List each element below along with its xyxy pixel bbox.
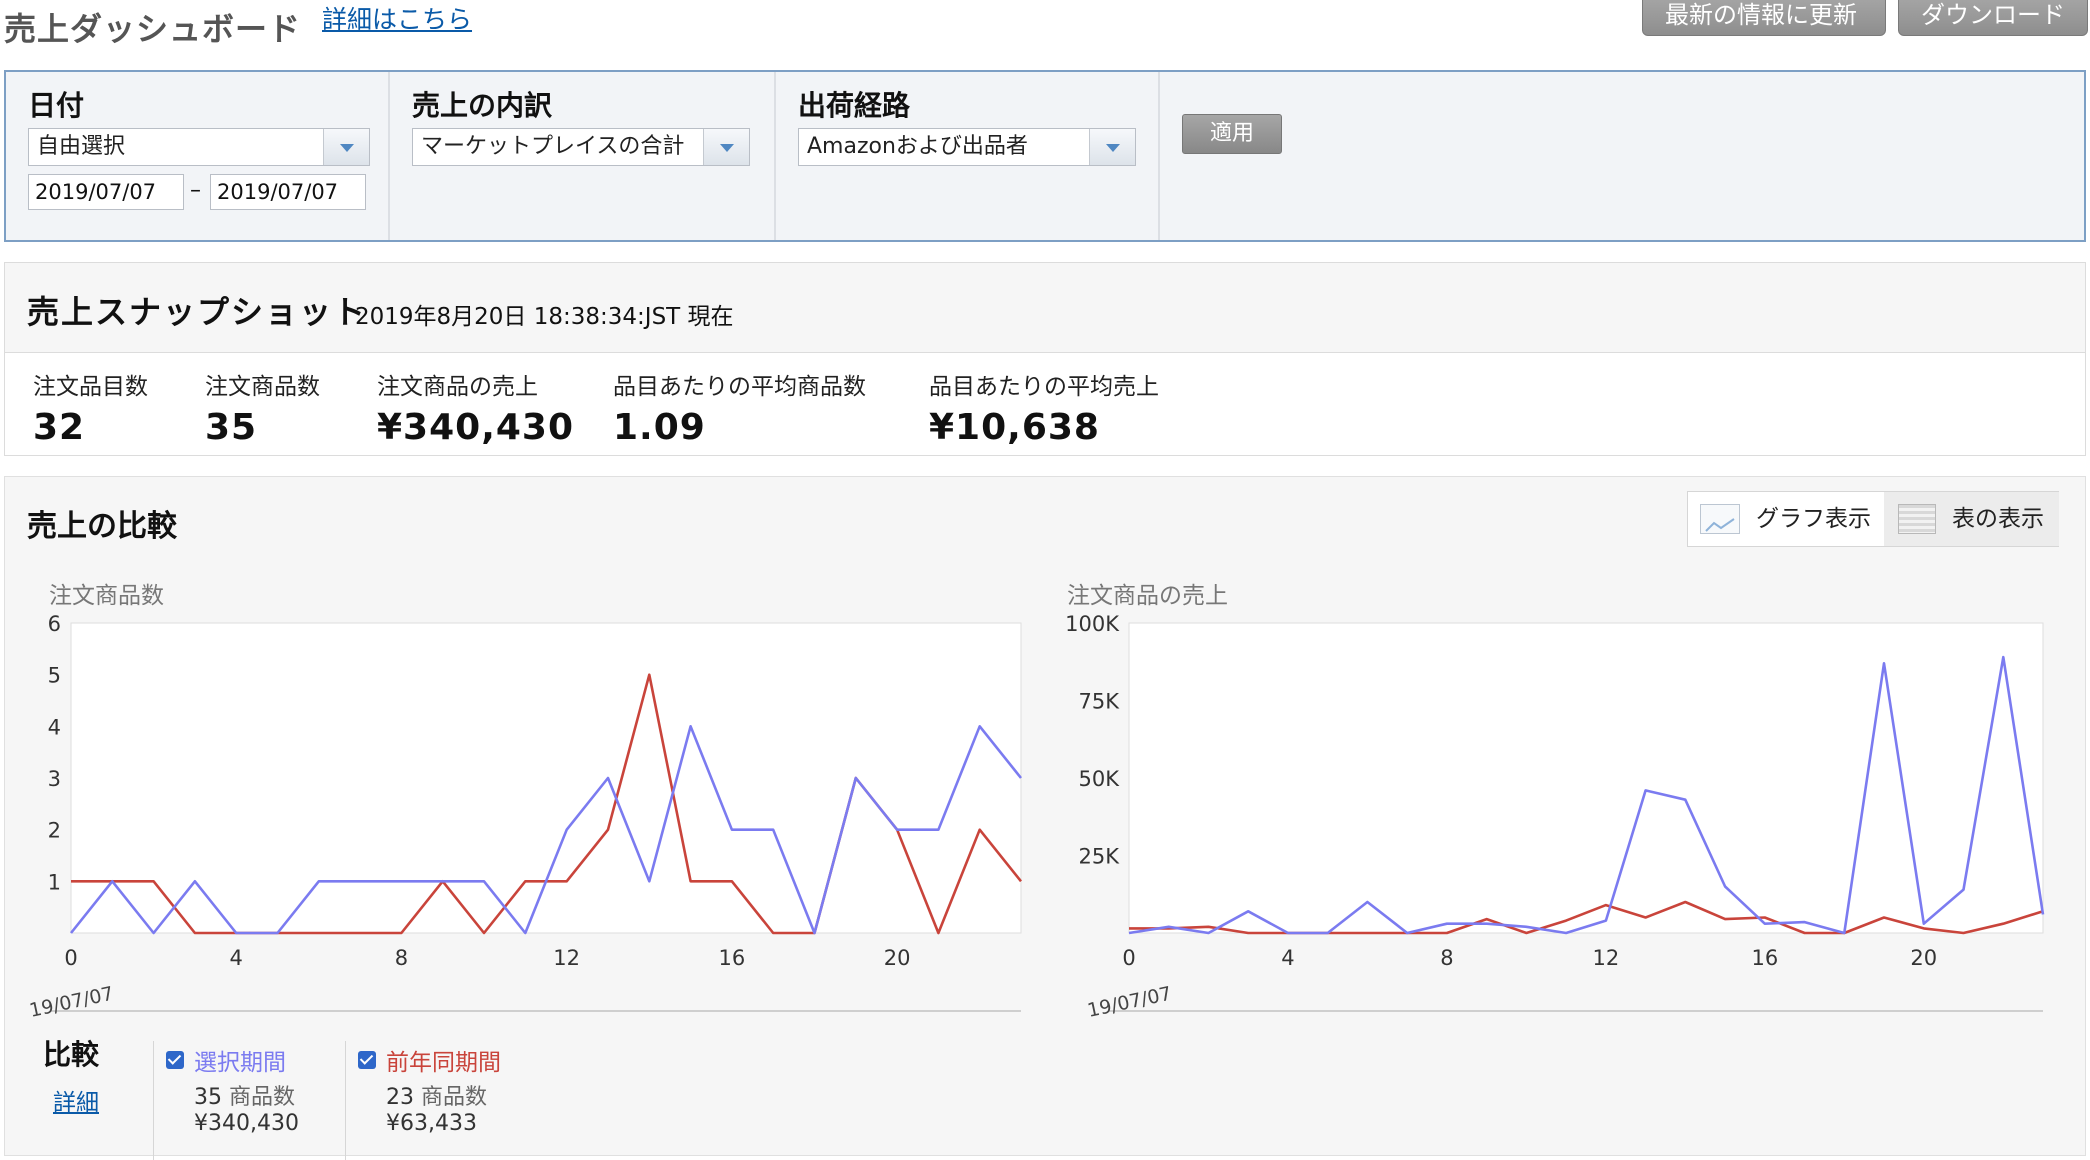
metric-value: 32: [33, 407, 86, 448]
legend-count-value: 23: [386, 1085, 414, 1110]
y-tick-label: 75K: [1079, 690, 1121, 714]
legend-sales: ¥63,433: [386, 1111, 477, 1136]
snapshot-timestamp: 2019年8月20日 18:38:34:JST 現在: [355, 304, 734, 330]
filter-panel: 日付 自由選択 2019/07/07 – 2019/07/07 売上の内訳 マー…: [4, 70, 2086, 242]
fulfillment-select-value: Amazonおよび出品者: [807, 134, 1028, 159]
breakdown-filter: 売上の内訳 マーケットプレイスの合計: [390, 72, 776, 240]
metric-label: 品目あたりの平均売上: [929, 374, 1159, 400]
plot-area: [1128, 622, 2044, 934]
date-separator: –: [190, 178, 201, 203]
y-tick-label: 3: [48, 767, 61, 791]
legend-sales: ¥340,430: [194, 1111, 299, 1136]
y-tick-label: 1: [48, 870, 61, 894]
date-range-select[interactable]: 自由選択: [28, 128, 370, 166]
fulfillment-filter: 出荷経路 Amazonおよび出品者: [776, 72, 1160, 240]
apply-area: 適用: [1160, 72, 2084, 240]
legend-count-value: 35: [194, 1085, 222, 1110]
x-tick-label: 12: [1593, 946, 1620, 970]
detail-link[interactable]: 詳細はこちら: [322, 0, 472, 36]
metric-label: 品目あたりの平均商品数: [613, 374, 866, 400]
start-date-input[interactable]: 2019/07/07: [28, 174, 184, 210]
apply-button[interactable]: 適用: [1182, 114, 1282, 154]
x-tick-label: 8: [1440, 946, 1453, 970]
snapshot-metrics: 注文品目数 32 注文商品数 35 注文商品の売上 ¥340,430 品目あたり…: [5, 353, 2085, 455]
metric-units-ordered: 注文商品数 35: [205, 367, 320, 448]
date-filter: 日付 自由選択 2019/07/07 – 2019/07/07: [6, 72, 390, 240]
x-tick-label: 16: [1751, 946, 1778, 970]
legend-count: 35 商品数: [194, 1079, 295, 1111]
selected-period-checkbox[interactable]: [166, 1051, 184, 1069]
fulfillment-select[interactable]: Amazonおよび出品者: [798, 128, 1136, 166]
chart-title: 注文商品数: [49, 583, 164, 609]
y-tick-label: 25K: [1079, 845, 1121, 869]
breakdown-select[interactable]: マーケットプレイスの合計: [412, 128, 750, 166]
x-tick-label: 16: [719, 946, 746, 970]
legend-count: 23 商品数: [386, 1079, 487, 1111]
y-tick-label: 50K: [1079, 767, 1121, 791]
metric-avg-sales-per-item: 品目あたりの平均売上 ¥10,638: [929, 367, 1159, 448]
plot-area: [70, 622, 1022, 934]
date-range-select-value: 自由選択: [37, 134, 126, 159]
legend-count-unit: 商品数: [229, 1085, 296, 1110]
chart-title: 注文商品の売上: [1067, 583, 1228, 609]
snapshot-title: 売上スナップショット: [27, 293, 368, 331]
comparison-charts: 注文商品数1234560 4 8 12 16 2019/07/07注文商品の売上25K50…: [27, 583, 2045, 1017]
y-tick-label: 4: [48, 715, 61, 739]
legend-series-name: 前年同期間: [386, 1050, 501, 1076]
x-tick-label: 12: [553, 946, 580, 970]
legend-count-unit: 商品数: [421, 1085, 488, 1110]
page-title: 売上ダッシュボード: [4, 10, 302, 48]
metric-value: 35: [205, 407, 258, 448]
top-bar: 売上ダッシュボード 詳細はこちら 最新の情報に更新 ダウンロード: [0, 0, 2090, 60]
x-tick-label: 4: [1281, 946, 1294, 970]
previous-year-checkbox[interactable]: [358, 1051, 376, 1069]
y-tick-label: 2: [48, 819, 61, 843]
chevron-down-icon[interactable]: [323, 129, 369, 165]
metric-value: 1.09: [613, 407, 706, 448]
x-tick-label: 0: [64, 946, 77, 970]
legend-series-name: 選択期間: [194, 1050, 286, 1076]
chevron-down-icon[interactable]: [1089, 129, 1135, 165]
y-tick-label: 5: [48, 664, 61, 688]
legend-previous-year: 前年同期間 23 商品数 ¥63,433: [345, 1041, 535, 1160]
metric-order-items: 注文品目数 32: [33, 367, 148, 448]
breakdown-select-value: マーケットプレイスの合計: [421, 134, 685, 159]
legend-selected-period: 選択期間 35 商品数 ¥340,430: [153, 1041, 343, 1160]
metric-label: 注文商品数: [205, 374, 320, 400]
y-tick-label: 6: [48, 612, 61, 636]
end-date-input[interactable]: 2019/07/07: [210, 174, 366, 210]
x-tick-label: 20: [884, 946, 911, 970]
legend-title: 比較: [43, 1038, 100, 1071]
x-tick-label: 20: [1910, 946, 1937, 970]
download-button[interactable]: ダウンロード: [1898, 0, 2088, 36]
breakdown-filter-label: 売上の内訳: [412, 89, 553, 122]
legend-detail-link[interactable]: 詳細: [53, 1083, 99, 1117]
refresh-button[interactable]: 最新の情報に更新: [1642, 0, 1886, 36]
metric-label: 注文品目数: [33, 374, 148, 400]
x-tick-label: 0: [1122, 946, 1135, 970]
sales-snapshot: 売上スナップショット 2019年8月20日 18:38:34:JST 現在 注文…: [4, 262, 2086, 456]
x-tick-label: 8: [395, 946, 408, 970]
chevron-down-icon[interactable]: [703, 129, 749, 165]
metric-value: ¥340,430: [377, 407, 575, 448]
date-filter-label: 日付: [28, 89, 85, 122]
metric-value: ¥10,638: [929, 407, 1100, 448]
x-tick-label: 4: [230, 946, 243, 970]
fulfillment-filter-label: 出荷経路: [798, 89, 911, 122]
metric-label: 注文商品の売上: [377, 374, 538, 400]
y-tick-label: 100K: [1065, 612, 1120, 636]
sales-comparison: 売上の比較 グラフ表示 表の表示 注文商品数 1 2 3 4 5 6 0 4 8 12 16 20 19/…: [4, 476, 2086, 1160]
snapshot-header: 売上スナップショット 2019年8月20日 18:38:34:JST 現在: [5, 263, 2085, 353]
metric-ordered-sales: 注文商品の売上 ¥340,430: [377, 367, 574, 448]
metric-avg-units-per-item: 品目あたりの平均商品数 1.09: [613, 367, 866, 448]
